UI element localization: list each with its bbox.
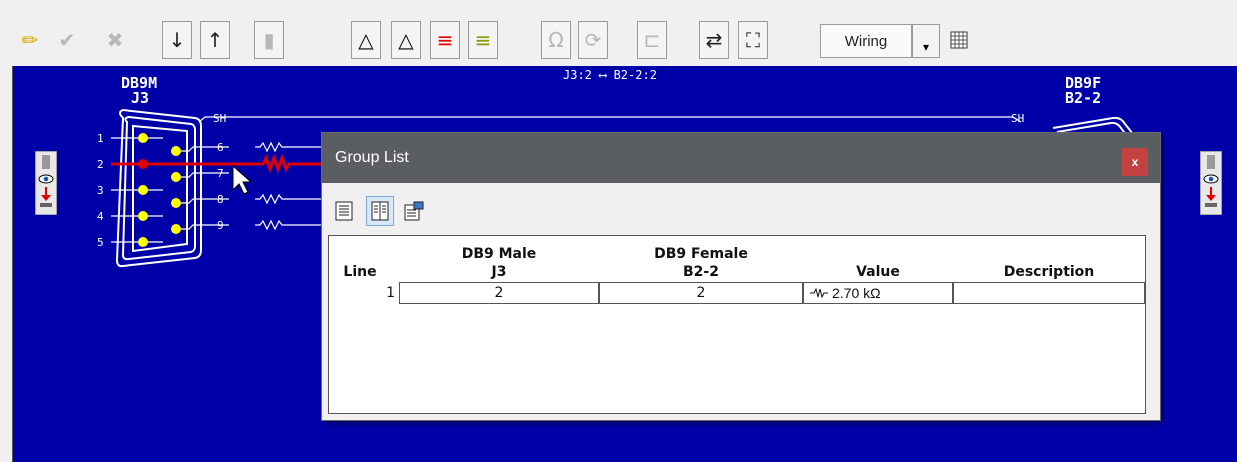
left-pin-4: 4 [97,210,104,223]
columns-view-button[interactable] [366,196,394,226]
move-up-arrow-icon: ↑ [206,28,224,52]
main-toolbar: ✏ ✔ ✖ ↓ ↑ ▮ △ △ ≡ ≡ Ω ⟳ ⊏ ⇄ ⛶ Wiring ▾ [0,0,1237,66]
view-select-dropdown-button[interactable]: ▾ [912,24,940,58]
pin-dot-6[interactable] [171,146,181,156]
resistor-6[interactable] [255,141,323,153]
left-connector-ref: J3 [131,89,149,107]
green-lines-button[interactable]: ≡ [468,21,498,59]
triangle-icon: △ [398,28,414,52]
list-view-icon [335,201,353,221]
shield-wire[interactable] [198,116,1022,123]
wire-label-6: 6 [217,141,224,154]
pin-dot-3[interactable] [138,185,148,195]
left-border [0,66,13,462]
row-description-cell[interactable] [953,282,1145,304]
right-side-panel[interactable] [1199,150,1223,216]
red-lines-button[interactable]: ≡ [430,21,460,59]
close-button[interactable]: x [1122,148,1148,176]
header-male-type[interactable]: DB9 Male [399,246,599,262]
eye-icon [38,174,54,184]
dialog-title: Group List [335,149,409,166]
wire-label-9: 9 [217,219,224,232]
accept-check-button[interactable]: ✔ [52,21,82,59]
resistor-9[interactable] [255,219,323,231]
route-label: J3:2 ⟷ B2-2:2 [563,68,657,82]
view-select[interactable]: Wiring [820,24,912,58]
connector-plug-icon: ▮ [263,28,275,52]
move-down-arrow-icon: ↓ [168,28,186,52]
row-female-cell[interactable]: 2 [599,282,803,304]
move-down-arrow-button[interactable]: ↓ [162,21,192,59]
left-pin-2: 2 [97,158,104,171]
left-db9-connector[interactable] [115,108,202,268]
right-connector-ref: B2-2 [1065,89,1101,107]
swap-arrows-icon: ⇄ [705,28,723,52]
pin-dot-5[interactable] [138,237,148,247]
row-line-cell: 1 [386,285,395,301]
omega-resistor-button[interactable]: Ω [541,21,571,59]
header-value[interactable]: Value [803,264,953,280]
pin-dot-8[interactable] [171,198,181,208]
resistor-8[interactable] [255,193,323,205]
split-button[interactable]: ⊏ [637,21,667,59]
chevron-down-icon: ▾ [922,40,930,54]
swap-arrows-button[interactable]: ⇄ [699,21,729,59]
left-pin-1: 1 [97,132,104,145]
close-icon: x [1131,155,1139,169]
pin-dot-9[interactable] [171,224,181,234]
pin-dot-2[interactable] [138,159,148,169]
left-pin-3: 3 [97,184,104,197]
accept-check-icon: ✔ [58,28,76,52]
cancel-x-button[interactable]: ✖ [100,21,130,59]
header-female-type[interactable]: DB9 Female [599,246,803,262]
header-female-ref[interactable]: B2-2 [599,264,803,280]
group-table[interactable]: Line DB9 Male J3 DB9 Female B2-2 Value D… [328,235,1146,414]
header-male-ref[interactable]: J3 [399,264,599,280]
left-pin-5: 5 [97,236,104,249]
grid-icon[interactable] [944,21,974,59]
eye-icon [1203,174,1219,184]
header-line[interactable]: Line [335,264,385,280]
row-value-text: 2.70 kΩ [832,285,881,301]
wire-label-7: 7 [217,167,224,180]
split-icon: ⊏ [643,28,661,52]
shield-label-left: SH [213,112,226,125]
add-triangle-icon: △ [358,28,374,52]
expand-button[interactable]: ⛶ [738,21,768,59]
row-male-cell[interactable]: 2 [399,282,599,304]
dialog-title-bar[interactable]: Group List [322,133,1160,183]
omega-resistor-icon: Ω [548,28,564,52]
connector-plug-button[interactable]: ▮ [254,21,284,59]
pin-dot-4[interactable] [138,211,148,221]
red-lines-icon: ≡ [436,28,454,52]
green-lines-icon: ≡ [474,28,492,52]
header-description[interactable]: Description [953,264,1145,280]
component-icon: ⟳ [584,28,602,52]
pin-dot-1[interactable] [138,133,148,143]
shield-label-right: SH [1011,112,1024,125]
columns-view-icon [371,201,389,221]
triangle-button[interactable]: △ [391,21,421,59]
edit-pencil-icon: ✏ [21,28,39,52]
left-side-panel[interactable] [34,150,58,216]
mouse-cursor-icon [232,164,253,195]
pin-dot-7[interactable] [171,172,181,182]
properties-button[interactable] [400,196,428,226]
properties-icon [404,201,424,221]
expand-icon: ⛶ [746,28,760,52]
resistor-icon [810,288,828,298]
wire-label-8: 8 [217,193,224,206]
add-triangle-button[interactable]: △ [351,21,381,59]
component-button[interactable]: ⟳ [578,21,608,59]
row-value-cell[interactable]: 2.70 kΩ [803,282,953,304]
move-up-arrow-button[interactable]: ↑ [200,21,230,59]
cancel-x-icon: ✖ [106,28,124,52]
group-list-dialog: Group List x Line DB9 Male J3 DB9 Female… [322,133,1160,420]
list-view-button[interactable] [330,196,358,226]
edit-pencil-button[interactable]: ✏ [15,21,45,59]
